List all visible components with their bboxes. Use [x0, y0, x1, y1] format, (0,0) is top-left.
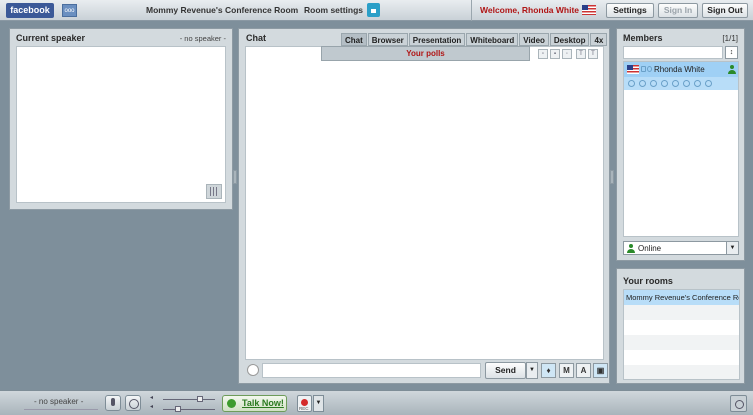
tab-whiteboard[interactable]: Whiteboard — [466, 33, 519, 46]
member-search-input[interactable] — [623, 46, 723, 59]
tab-video[interactable]: Video — [519, 33, 549, 46]
copy-icon[interactable]: ▣ — [593, 363, 608, 378]
chat-input[interactable] — [262, 363, 481, 378]
chat-messages-area — [245, 46, 604, 360]
room-title: Mommy Revenue's Conference Room — [146, 5, 299, 15]
members-list: Rhonda White — [623, 61, 739, 237]
popout-icon[interactable]: ▫ — [538, 49, 548, 59]
equalizer-icon[interactable] — [206, 184, 222, 199]
chevron-down-icon[interactable]: ▼ — [726, 242, 738, 254]
microphone-icon[interactable] — [105, 395, 121, 411]
settings-button[interactable]: Settings — [606, 3, 654, 18]
tab-desktop[interactable]: Desktop — [549, 33, 590, 46]
lock-icon[interactable] — [694, 80, 701, 87]
kick-icon[interactable] — [683, 80, 690, 87]
info-icon[interactable] — [628, 80, 635, 87]
rooms-list: Mommy Revenue's Conference Roo — [623, 289, 740, 380]
volume-icon: ◂ — [150, 395, 154, 401]
member-actions-row — [624, 77, 738, 90]
volume-slider[interactable] — [163, 396, 215, 402]
clean-icon[interactable]: ♦ — [541, 363, 556, 378]
send-button[interactable]: Send — [485, 362, 526, 379]
chat-icon[interactable] — [639, 80, 646, 87]
tab-4x[interactable]: 4x — [590, 33, 608, 46]
us-flag-icon — [627, 65, 639, 74]
panel-title: Members — [623, 33, 663, 43]
polls-dropdown[interactable]: Your polls — [321, 46, 530, 61]
top-bar: facebook ooo Mommy Revenue's Conference … — [0, 0, 753, 21]
record-button[interactable]: REC — [297, 395, 312, 412]
fb-connect-icon[interactable]: ooo — [62, 4, 77, 17]
mic-icon — [641, 66, 646, 72]
print-icon[interactable]: ▪ — [550, 49, 560, 59]
mail-icon[interactable]: M — [559, 363, 574, 378]
current-speaker-panel: Current speaker - no speaker - — [9, 28, 233, 210]
welcome-text: Welcome, Rhonda White — [480, 5, 580, 15]
mic-level-icon: ◂ — [150, 404, 154, 410]
tab-bar: Chat Browser Presentation Whiteboard Vid… — [341, 33, 608, 46]
member-row[interactable]: Rhonda White — [624, 62, 738, 77]
room-item[interactable]: Mommy Revenue's Conference Roo — [624, 290, 739, 305]
online-user-icon — [627, 244, 635, 253]
sign-in-button[interactable]: Sign In — [658, 3, 698, 18]
font-size-down-icon[interactable]: T — [588, 49, 598, 59]
talk-now-label: Talk Now! — [242, 398, 284, 408]
record-options-arrow[interactable]: ▼ — [313, 395, 324, 412]
cam-icon — [647, 66, 652, 72]
share-icon[interactable] — [730, 395, 747, 412]
chat-panel: Chat Chat Browser Presentation Whiteboar… — [238, 28, 610, 384]
members-panel: Members [1/1] ↕ Rhonda White Online ▼ — [616, 28, 745, 261]
slider-knob[interactable] — [175, 406, 181, 412]
tab-browser[interactable]: Browser — [367, 33, 408, 46]
text-format-icon[interactable]: A — [576, 363, 591, 378]
room-settings-link[interactable]: Room settings — [304, 5, 363, 15]
font-size-up-icon[interactable]: T — [576, 49, 586, 59]
divider — [471, 0, 472, 21]
polls-label[interactable]: Your polls — [322, 49, 529, 58]
talk-icon — [227, 399, 236, 408]
speaker-status: - no speaker - — [179, 34, 226, 43]
cam-toggle-icon[interactable] — [661, 80, 668, 87]
panel-title: Current speaker — [16, 33, 86, 43]
tab-chat[interactable]: Chat — [341, 33, 367, 46]
speaker-status: - no speaker - — [34, 397, 84, 406]
share-icon[interactable] — [672, 80, 679, 87]
chat-input-row: Send ▼ ♦ M A ▣ — [245, 362, 608, 379]
members-count: [1/1] — [722, 34, 738, 43]
resize-handle[interactable] — [233, 170, 237, 184]
tab-presentation[interactable]: Presentation — [408, 33, 466, 46]
user-icon[interactable] — [705, 80, 712, 87]
volume-meter — [24, 409, 98, 410]
webcam-icon[interactable] — [125, 395, 141, 411]
user-icon — [728, 65, 736, 74]
talk-now-button[interactable]: Talk Now! — [222, 395, 287, 412]
panel-title: Your rooms — [623, 276, 673, 286]
lock-icon[interactable] — [367, 3, 380, 17]
sort-icon[interactable]: ↕ — [725, 46, 738, 59]
panel-title: Chat — [246, 33, 266, 43]
us-flag-icon[interactable] — [582, 5, 596, 15]
send-options-arrow[interactable]: ▼ — [526, 362, 538, 379]
your-rooms-panel: Your rooms Mommy Revenue's Conference Ro… — [616, 268, 745, 384]
sign-out-button[interactable]: Sign Out — [702, 3, 748, 18]
mic-slider[interactable] — [163, 406, 215, 412]
status-select[interactable]: Online ▼ — [623, 241, 739, 255]
clear-icon[interactable]: ◦ — [562, 49, 572, 59]
status-label: Online — [638, 244, 662, 253]
mic-toggle-icon[interactable] — [650, 80, 657, 87]
resize-handle[interactable] — [610, 170, 614, 184]
speaker-video-area — [16, 46, 226, 203]
facebook-button[interactable]: facebook — [6, 3, 54, 18]
member-name: Rhonda White — [654, 65, 705, 74]
smiley-icon[interactable] — [247, 364, 259, 376]
bottom-bar: - no speaker - ◂ ◂ Talk Now! REC ▼ — [0, 390, 753, 415]
slider-knob[interactable] — [197, 396, 203, 402]
rec-label: REC — [299, 406, 309, 411]
